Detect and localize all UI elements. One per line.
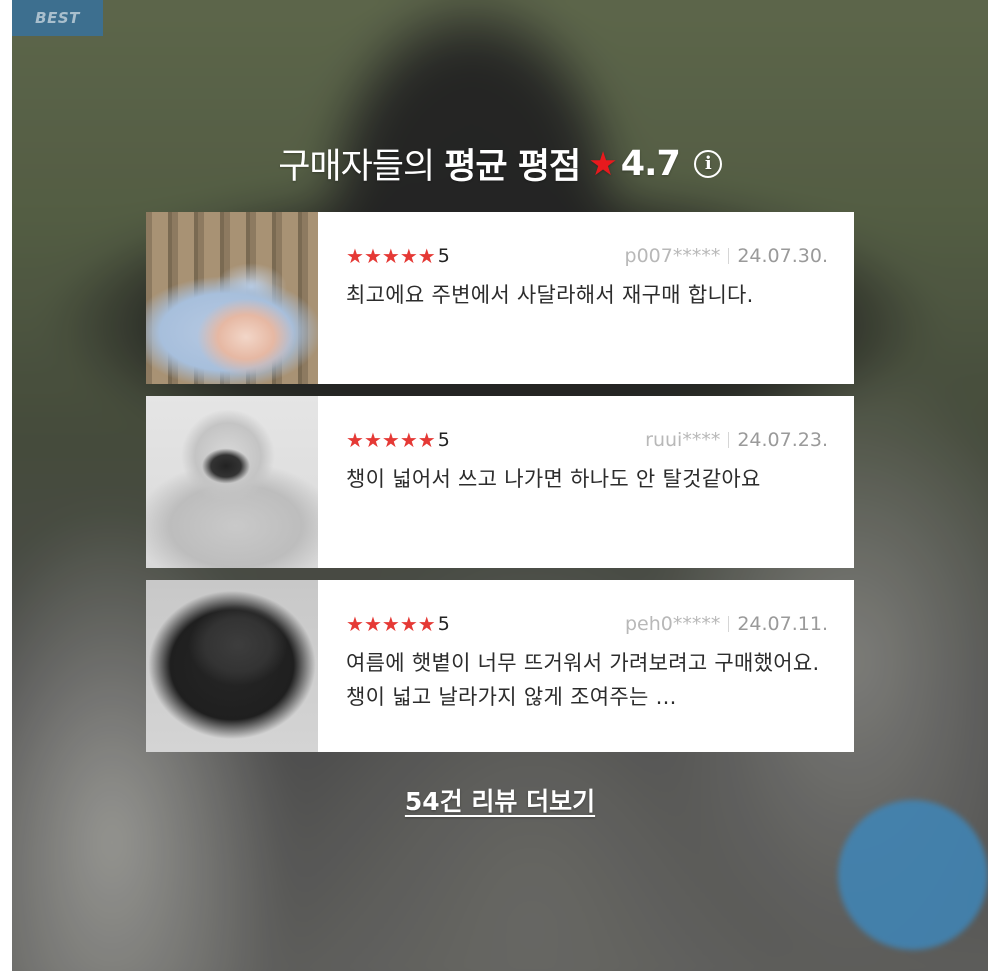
star-icon: ★	[381, 428, 400, 452]
info-icon[interactable]: i	[693, 149, 722, 178]
reviewer-id: p007*****	[624, 245, 721, 267]
star-icon: ★	[417, 428, 436, 452]
review-photo[interactable]	[146, 396, 318, 568]
star-icon: ★	[381, 612, 400, 636]
star-icon: ★	[363, 612, 382, 636]
review-card[interactable]: ★ ★ ★ ★ ★ 5 p007***** 24.07.30. 최고에요 주변에…	[146, 212, 854, 384]
star-rating: ★ ★ ★ ★ ★ 5	[346, 245, 450, 267]
rating-value: 5	[437, 245, 450, 267]
star-icon: ★	[346, 428, 364, 452]
review-card[interactable]: ★ ★ ★ ★ ★ 5 ruui**** 24.07.23. 챙이 넓어서 쓰고…	[146, 396, 854, 568]
review-text: 최고에요 주변에서 사달라해서 재구매 합니다.	[346, 283, 754, 307]
star-icon: ★	[399, 612, 418, 636]
review-photo[interactable]	[146, 580, 318, 752]
review-list: ★ ★ ★ ★ ★ 5 p007***** 24.07.30. 최고에요 주변에…	[146, 212, 854, 764]
star-icon: ★	[417, 244, 436, 268]
star-icon: ★	[399, 428, 418, 452]
average-rating-headline: 구매자들의 평균 평점 ★ 4.7 i	[12, 138, 988, 189]
review-section: BEST 구매자들의 평균 평점 ★ 4.7 i ★ ★ ★ ★ ★ 5 p00…	[12, 0, 988, 971]
rating-value: 5	[437, 613, 450, 635]
star-icon: ★	[363, 244, 382, 268]
review-date: 24.07.30.	[737, 245, 828, 267]
review-date: 24.07.23.	[737, 429, 828, 451]
review-photo[interactable]	[146, 212, 318, 384]
rating-value: 5	[437, 429, 450, 451]
star-icon: ★	[363, 428, 382, 452]
star-icon: ★	[417, 612, 436, 636]
divider	[728, 432, 730, 448]
star-icon: ★	[346, 244, 364, 268]
review-card[interactable]: ★ ★ ★ ★ ★ 5 peh0***** 24.07.11. 여름에 햇볕이 …	[146, 580, 854, 752]
divider	[728, 616, 730, 632]
more-reviews-link[interactable]: 54건 리뷰 더보기	[405, 787, 595, 816]
divider	[728, 248, 730, 264]
reviewer-id: peh0*****	[624, 613, 721, 635]
reviewer-id: ruui****	[645, 429, 721, 451]
star-icon: ★	[399, 244, 418, 268]
review-text: 여름에 햇볕이 너무 뜨거워서 가려보려고 구매했어요.챙이 넓고 날라가지 않…	[346, 651, 820, 709]
headline-prefix: 구매자들의	[278, 147, 435, 187]
floating-action-button[interactable]	[838, 800, 988, 950]
best-badge: BEST	[12, 0, 103, 36]
average-score: 4.7	[620, 143, 681, 184]
review-text: 챙이 넓어서 쓰고 나가면 하나도 안 탈것같아요	[346, 467, 761, 491]
star-rating: ★ ★ ★ ★ ★ 5	[346, 429, 450, 451]
star-icon: ★	[381, 244, 400, 268]
star-icon: ★	[588, 144, 618, 183]
star-icon: ★	[346, 612, 364, 636]
headline-average: 평균 평점	[444, 147, 581, 187]
star-rating: ★ ★ ★ ★ ★ 5	[346, 613, 450, 635]
review-date: 24.07.11.	[737, 613, 828, 635]
